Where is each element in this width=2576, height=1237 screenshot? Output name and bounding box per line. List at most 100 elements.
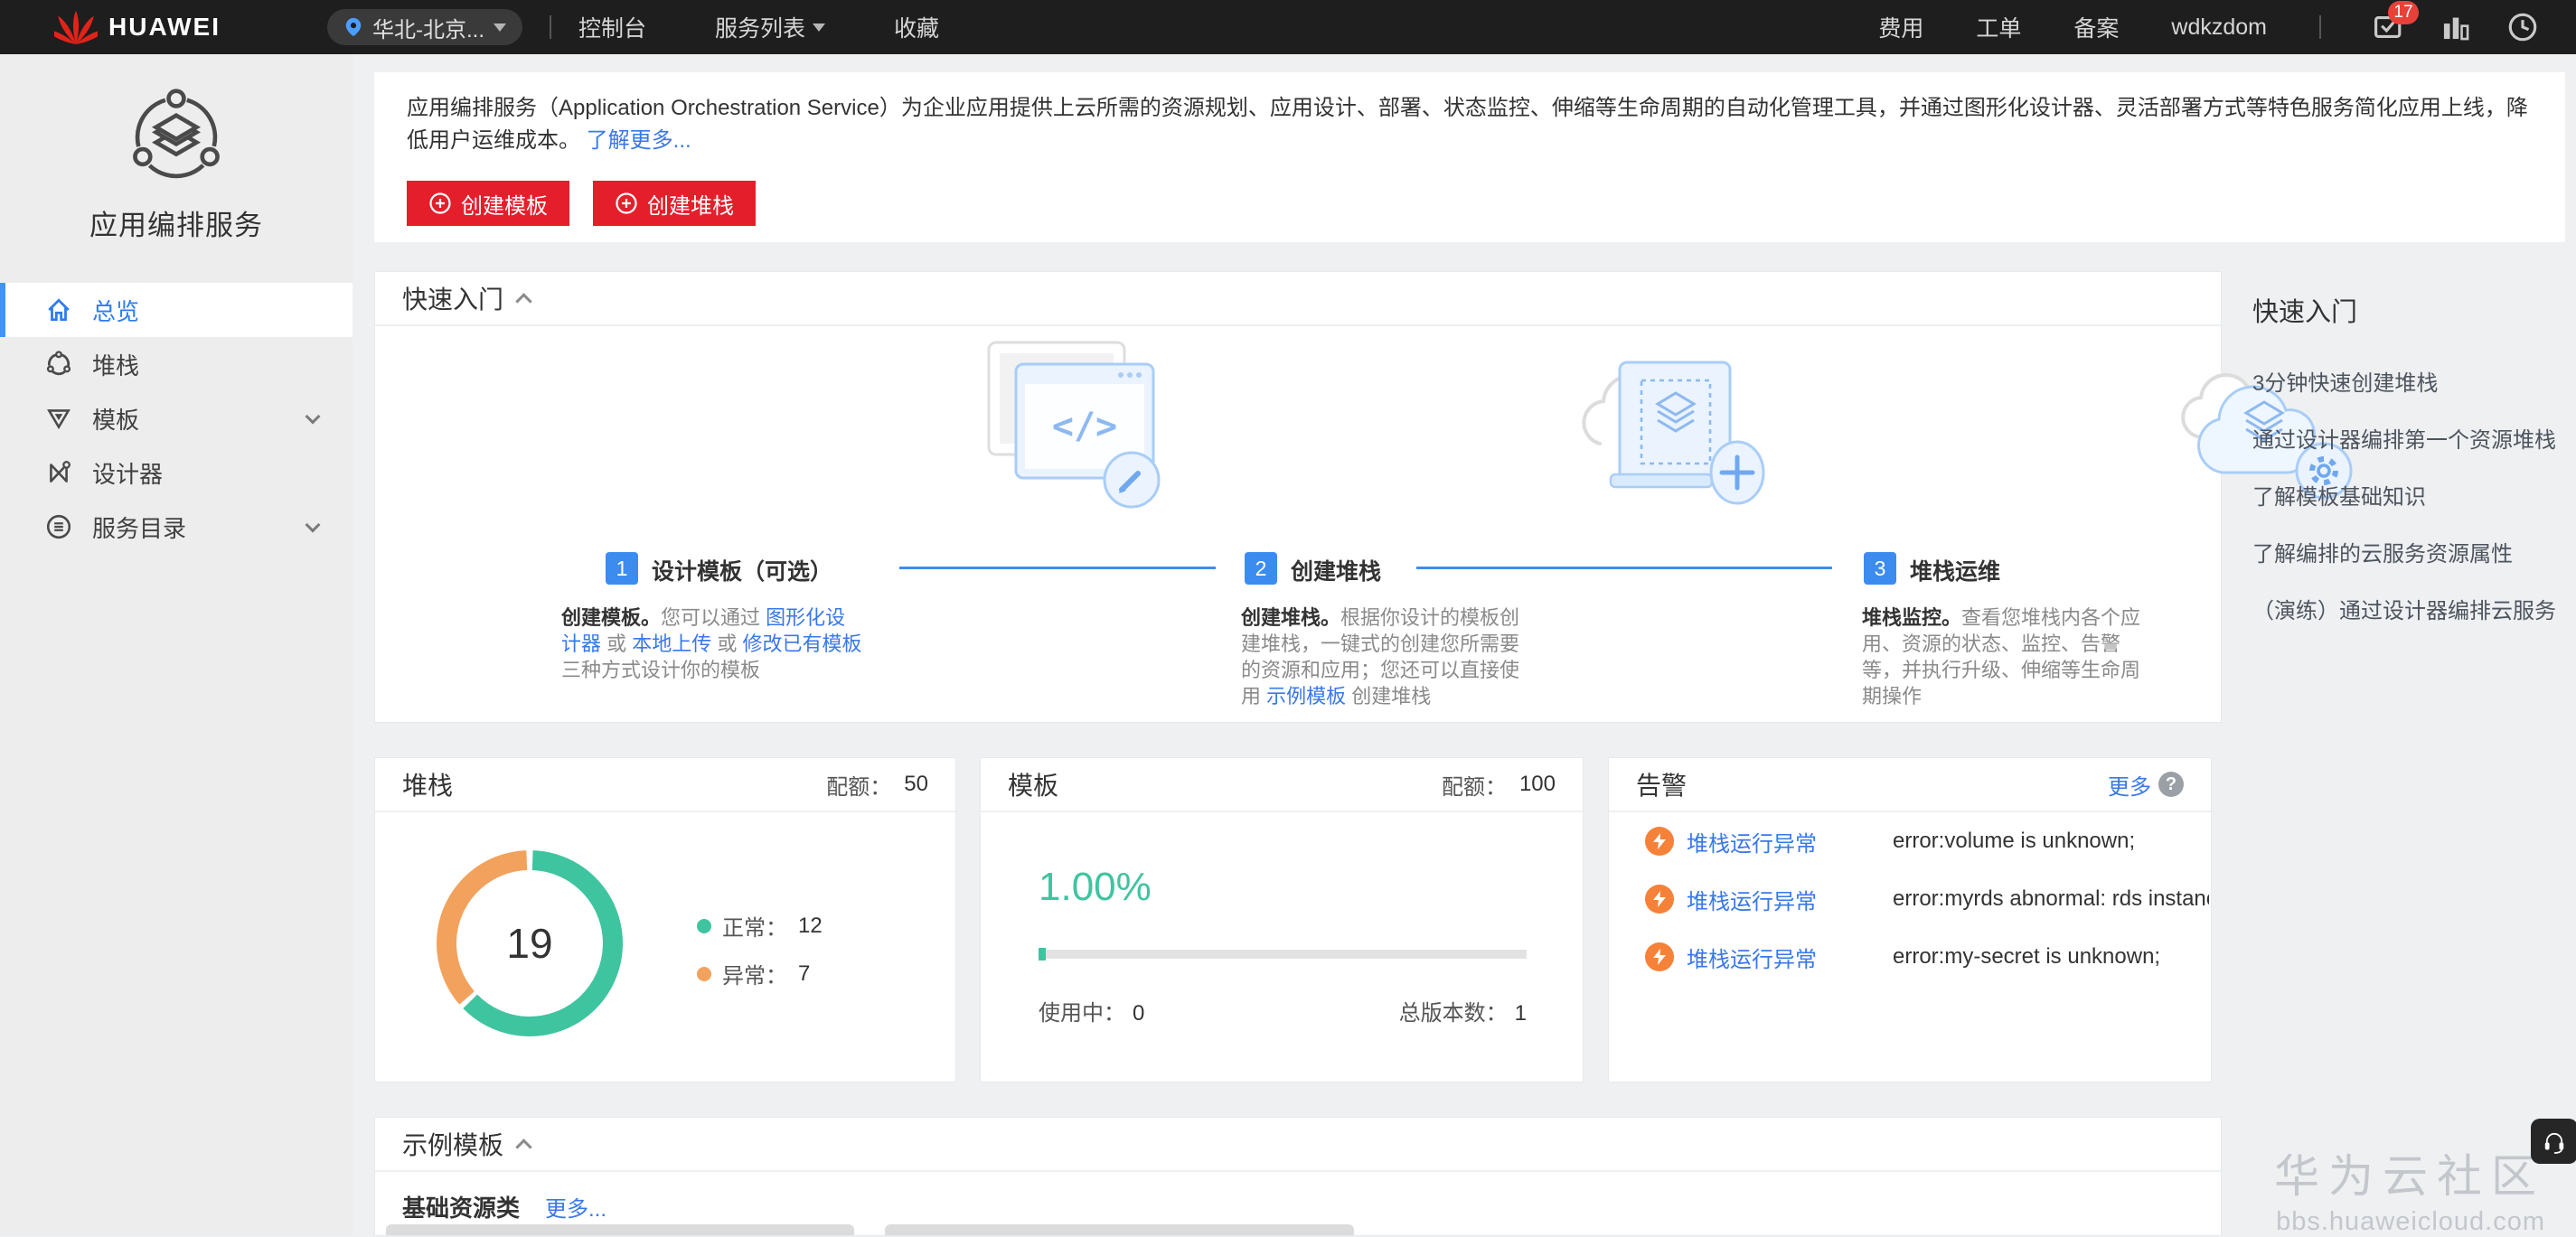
template-usage-bar-fill: [1039, 948, 1046, 961]
service-title: 应用编排服务: [0, 202, 353, 243]
alarm-type-link[interactable]: 堆栈运行异常: [1687, 884, 1867, 915]
create-template-button[interactable]: 创建模板: [407, 181, 569, 226]
alarm-message: error:volume is unknown;: [1893, 829, 2135, 854]
step-1-badge: 1: [606, 552, 638, 585]
sidebar-item-overview[interactable]: 总览: [0, 283, 353, 337]
template-used: 使用中：0: [1039, 995, 1144, 1026]
collapse-chevron-icon[interactable]: [515, 293, 531, 309]
region-selector[interactable]: 华北-北京...: [327, 9, 522, 45]
service-intro-panel: 应用编排服务（Application Orchestration Service…: [374, 72, 2565, 242]
designer-icon: [45, 459, 72, 486]
service-list-label: 服务列表: [715, 11, 805, 43]
alarm-lightning-icon: [1645, 827, 1674, 856]
divider: [550, 15, 551, 39]
template-summary-card: 模板 配额： 100 1.00% 使用中：0 总版本数：1: [980, 757, 1584, 1082]
rail-link-designer-drill[interactable]: （演练）通过设计器编排云服务: [2252, 593, 2574, 624]
chevron-down-icon: [306, 518, 321, 533]
quota-value: 50: [904, 772, 928, 797]
support-headset-button[interactable]: [2531, 1119, 2576, 1164]
collapse-chevron-icon[interactable]: [515, 1139, 531, 1155]
template-card-placeholder[interactable]: [885, 1224, 1354, 1235]
messages-icon[interactable]: 17: [2374, 12, 2404, 42]
create-stack-illustration: [1573, 337, 1776, 522]
step-3-badge: 3: [1864, 552, 1896, 585]
step-2-badge: 2: [1245, 552, 1277, 585]
stack-card-header: 堆栈 配额： 50: [375, 758, 955, 812]
create-stack-button[interactable]: 创建堆栈: [593, 181, 756, 226]
sidebar-item-label: 模板: [92, 402, 139, 436]
rail-title: 快速入门: [2252, 291, 2574, 329]
huawei-flower-icon: [54, 8, 98, 46]
category-more-link[interactable]: 更多...: [545, 1191, 606, 1223]
username-menu[interactable]: wdkzdom: [2171, 14, 2267, 41]
huawei-logo[interactable]: HUAWEI: [54, 8, 221, 46]
step-3-description: 堆栈监控。查看您堆栈内各个应用、资源的状态、监控、告警等，并执行升级、伸缩等生命…: [1862, 604, 2151, 709]
legend-value: 12: [798, 914, 823, 939]
alarm-card: 告警 更多 ? 堆栈运行异常 error:volume is unknown; …: [1608, 757, 2212, 1082]
rail-link-create-stack-3min[interactable]: 3分钟快速创建堆栈: [2252, 365, 2574, 397]
template-usage-percent: 1.00%: [1039, 865, 1152, 910]
step-3-lead: 堆栈监控。: [1862, 606, 1961, 629]
tickets-link[interactable]: 工单: [1976, 11, 2021, 43]
versions-label: 总版本数：: [1399, 1001, 1508, 1026]
intro-buttons: 创建模板 创建堆栈: [407, 181, 2533, 226]
sample-template-link[interactable]: 示例模板: [1266, 685, 1346, 708]
billing-link[interactable]: 费用: [1878, 11, 1923, 43]
sidebar-item-template[interactable]: 模板: [0, 391, 353, 445]
template-stats: 使用中：0 总版本数： 1: [1039, 995, 1527, 1026]
alarm-row: 堆栈运行异常 error:volume is unknown;: [1609, 812, 2211, 870]
learn-more-link[interactable]: 了解更多...: [587, 128, 691, 153]
stack-summary-card: 堆栈 配额： 50 19 正常： 12 异常： 7: [374, 757, 956, 1082]
sidebar: 应用编排服务 总览: [0, 54, 353, 1236]
alarm-lightning-icon: [1645, 885, 1674, 914]
stack-card-title: 堆栈: [402, 766, 453, 802]
example-templates-header: 示例模板: [375, 1118, 2221, 1172]
service-description-text: 应用编排服务（Application Orchestration Service…: [407, 96, 2528, 153]
rail-link-first-resource-stack[interactable]: 通过设计器编排第一个资源堆栈: [2252, 422, 2574, 454]
service-list-menu[interactable]: 服务列表: [715, 11, 825, 43]
alarm-more-link[interactable]: 更多: [2108, 769, 2151, 801]
rail-link-cloud-resource-attrs[interactable]: 了解编排的云服务资源属性: [2252, 536, 2574, 567]
sidebar-item-catalog[interactable]: 服务目录: [0, 500, 353, 554]
chevron-down-icon: [813, 23, 825, 32]
resources-chart-icon[interactable]: [2440, 12, 2471, 42]
console-link[interactable]: 控制台: [578, 11, 646, 43]
favorites-link[interactable]: 收藏: [894, 11, 939, 43]
sidebar-menu: 总览 堆栈: [0, 283, 353, 554]
quota-value: 100: [1519, 772, 1556, 797]
legend-label: 异常：: [722, 958, 787, 989]
step-1-lead: 创建模板。: [561, 606, 661, 629]
template-quota: 配额： 100: [1442, 769, 1556, 801]
stack-quota: 配额： 50: [826, 769, 928, 801]
filing-link[interactable]: 备案: [2073, 11, 2119, 43]
sidebar-item-stack[interactable]: 堆栈: [0, 337, 353, 391]
legend-value: 7: [798, 961, 810, 987]
step-2-lead: 创建堆栈。: [1241, 606, 1340, 629]
step-1-title: 设计模板（可选）: [652, 554, 832, 586]
modify-template-link[interactable]: 修改已有模板: [743, 633, 862, 655]
rail-link-template-basics[interactable]: 了解模板基础知识: [2252, 479, 2574, 511]
plus-circle-icon: [615, 192, 638, 215]
legend-label: 正常：: [722, 910, 787, 942]
step-text: 创建堆栈: [1346, 685, 1431, 708]
alarm-type-link[interactable]: 堆栈运行异常: [1687, 942, 1867, 973]
sidebar-item-designer[interactable]: 设计器: [0, 445, 353, 500]
location-pin-icon: [343, 15, 363, 39]
watermark-url: bbs.huaweicloud.com: [2274, 1207, 2545, 1237]
sidebar-item-label: 设计器: [92, 456, 163, 490]
alarm-type-link[interactable]: 堆栈运行异常: [1687, 826, 1867, 857]
design-template-illustration: </>: [976, 337, 1170, 522]
local-upload-link[interactable]: 本地上传: [632, 633, 711, 655]
step-connector: [899, 567, 1216, 569]
create-template-label: 创建模板: [461, 188, 548, 220]
legend-normal: 正常： 12: [697, 910, 823, 942]
stack-donut-chart: 19: [426, 839, 634, 1047]
quota-label: 配额：: [826, 769, 891, 801]
versions-value: 1: [1515, 1001, 1527, 1026]
alarm-message: error:my-secret is unknown;: [1893, 944, 2160, 970]
history-clock-icon[interactable]: [2507, 12, 2538, 42]
chevron-down-icon: [494, 23, 506, 32]
help-question-icon[interactable]: ?: [2158, 772, 2184, 797]
template-card-placeholder[interactable]: [386, 1224, 854, 1235]
alarm-message: error:myrds abnormal: rds instance 1...: [1893, 886, 2209, 912]
